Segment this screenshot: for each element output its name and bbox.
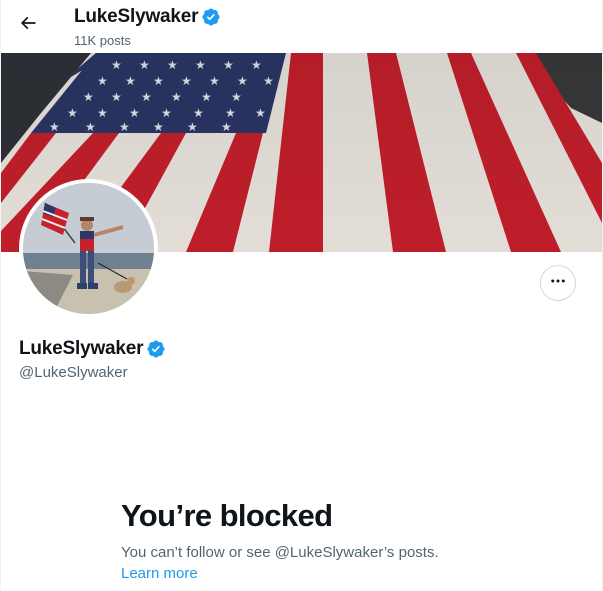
header-display-name: LukeSlywaker (74, 6, 199, 27)
avatar-image (23, 183, 154, 314)
blocked-message: You can’t follow or see @LukeSlywaker’s … (121, 544, 439, 561)
verified-badge-icon[interactable] (201, 7, 221, 27)
back-button[interactable] (13, 10, 43, 40)
header-title: LukeSlywaker (74, 6, 221, 28)
verified-badge-icon[interactable] (146, 339, 166, 359)
avatar[interactable] (19, 179, 158, 318)
more-options-button[interactable] (540, 265, 576, 301)
learn-more-link[interactable]: Learn more (121, 565, 198, 582)
arrow-left-icon (18, 13, 38, 38)
more-horizontal-icon (549, 272, 567, 295)
profile-name-row: LukeSlywaker (19, 338, 166, 360)
post-count: 11K posts (74, 33, 131, 48)
profile-display-name: LukeSlywaker (19, 338, 144, 359)
profile-header: LukeSlywaker 11K posts (1, 0, 602, 53)
profile-handle: @LukeSlywaker (19, 364, 128, 381)
blocked-title: You’re blocked (121, 498, 333, 533)
profile-page: LukeSlywaker 11K posts LukeSlywaker @Luk… (0, 0, 603, 591)
